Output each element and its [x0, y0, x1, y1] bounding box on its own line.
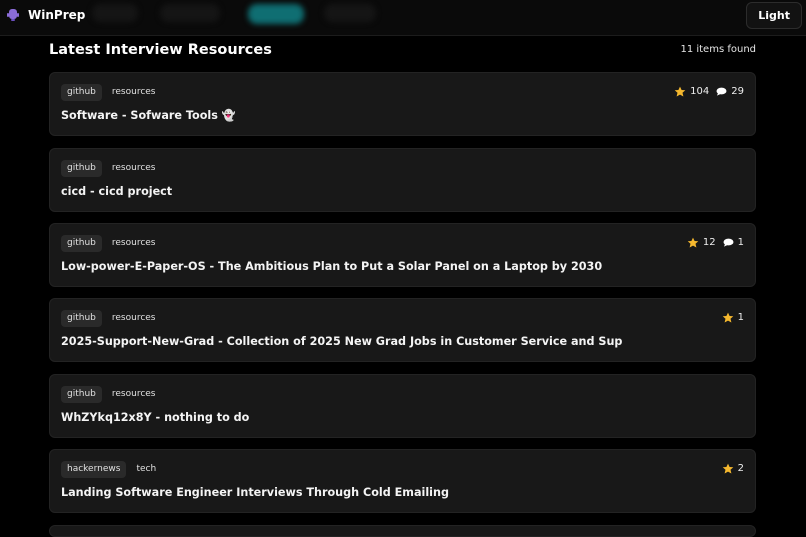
resource-title[interactable]: Low-power-E-Paper-OS - The Ambitious Pla… [61, 260, 602, 273]
app-logo[interactable]: WinPrep [6, 8, 85, 22]
category-tag[interactable]: resources [108, 310, 160, 327]
source-tag[interactable]: github [61, 310, 102, 327]
star-count: 1 [722, 312, 744, 323]
star-count-value: 12 [702, 237, 716, 248]
comment-count-value: 1 [737, 237, 744, 248]
source-tag[interactable]: github [61, 160, 102, 177]
resource-card[interactable]: github resources cicd - cicd project [49, 148, 756, 212]
tag-group: github resources [61, 386, 160, 403]
logo-icon [7, 9, 19, 21]
star-count: 2 [722, 463, 744, 474]
resource-title[interactable]: WhZYkq12x8Y - nothing to do [61, 411, 249, 424]
top-navbar: WinPrep Light [0, 0, 806, 36]
engagement-stats: 12 1 [680, 237, 744, 248]
star-icon [687, 237, 699, 248]
page-title: Latest Interview Resources [49, 42, 272, 58]
resource-title[interactable]: 2025-Support-New-Grad - Collection of 20… [61, 335, 622, 348]
tag-group: github resources [61, 235, 160, 252]
engagement-stats: 2 [715, 463, 744, 474]
resource-card[interactable]: github resources 104 29 Software - Sofwa… [49, 72, 756, 136]
comment-count-value: 29 [731, 86, 744, 97]
star-count: 104 [674, 86, 709, 97]
source-tag[interactable]: github [61, 235, 102, 252]
category-tag[interactable]: resources [108, 235, 160, 252]
comment-count: 29 [716, 86, 744, 97]
category-tag[interactable]: resources [108, 386, 160, 403]
star-icon [674, 86, 686, 97]
item-count: 11 items found [680, 44, 756, 55]
resource-title[interactable]: cicd - cicd project [61, 185, 172, 198]
source-tag[interactable]: github [61, 386, 102, 403]
star-count-value: 2 [737, 463, 744, 474]
star-icon [722, 312, 733, 323]
engagement-stats: 104 29 [667, 86, 744, 97]
star-count: 12 [687, 237, 716, 248]
resource-card[interactable] [49, 525, 756, 537]
nav-link-blurred[interactable] [324, 4, 376, 22]
category-tag[interactable]: resources [108, 160, 160, 177]
resource-card[interactable]: github resources 12 1 Low-power-E-Paper-… [49, 223, 756, 287]
star-icon [722, 463, 733, 474]
engagement-stats: 1 [715, 312, 744, 323]
star-count-value: 1 [737, 312, 744, 323]
resource-title[interactable]: Software - Sofware Tools 👻 [61, 109, 236, 122]
nav-link-blurred[interactable] [160, 4, 220, 22]
resources-section: Latest Interview Resources 11 items foun… [49, 36, 756, 537]
resource-card[interactable]: hackernews tech 2 Landing Software Engin… [49, 449, 756, 513]
category-tag[interactable]: resources [108, 84, 160, 101]
resource-card[interactable]: github resources 1 2025-Support-New-Grad… [49, 298, 756, 362]
section-header: Latest Interview Resources 11 items foun… [49, 36, 756, 72]
source-tag[interactable]: hackernews [61, 461, 127, 478]
resource-card[interactable]: github resources WhZYkq12x8Y - nothing t… [49, 374, 756, 438]
comment-icon [716, 87, 727, 96]
tag-group: github resources [61, 84, 160, 101]
resource-title[interactable]: Landing Software Engineer Interviews Thr… [61, 486, 449, 499]
tag-group: hackernews tech [61, 461, 160, 478]
tag-group: github resources [61, 160, 160, 177]
comment-icon [723, 238, 734, 247]
nav-link-blurred[interactable] [248, 4, 304, 24]
theme-toggle-button[interactable]: Light [746, 2, 802, 29]
app-name: WinPrep [28, 8, 86, 22]
source-tag[interactable]: github [61, 84, 102, 101]
comment-count: 1 [723, 237, 744, 248]
star-count-value: 104 [690, 86, 710, 97]
nav-link-blurred[interactable] [92, 4, 138, 22]
tag-group: github resources [61, 310, 160, 327]
category-tag[interactable]: tech [132, 461, 160, 478]
